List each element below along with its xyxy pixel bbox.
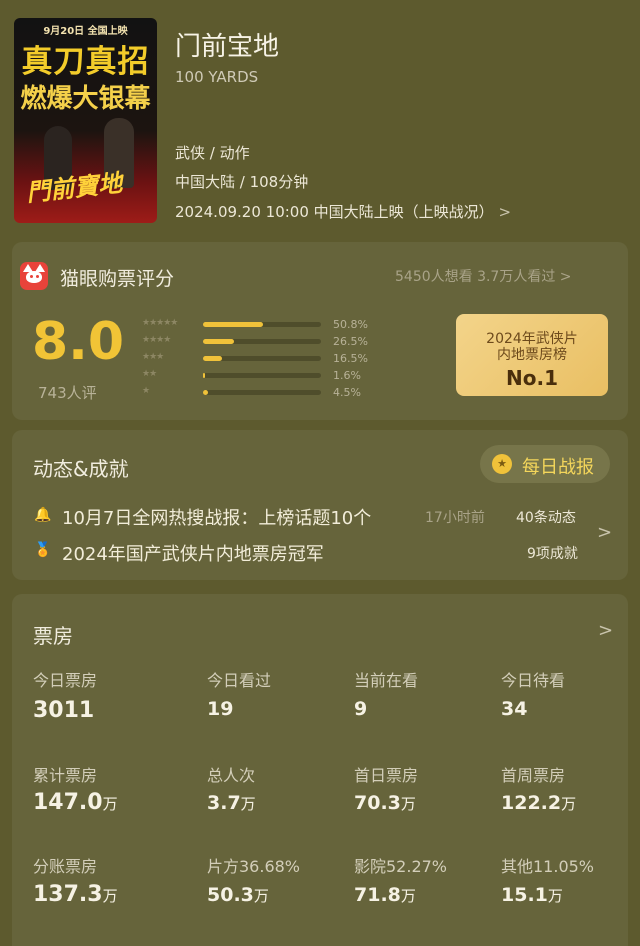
trophy-icon: 🏅 — [34, 542, 52, 558]
star-row-5-icon: ★★★★★ — [142, 318, 178, 328]
rating-bar-2-fill — [203, 373, 205, 378]
rating-pct-1: 4.5% — [333, 386, 361, 399]
achievement-news[interactable]: 2024年国产武侠片内地票房冠军 — [62, 540, 324, 566]
today-to-watch-value: 34 — [501, 698, 528, 720]
other-share-label: 其他11.05% — [501, 857, 595, 876]
today-box-office-label: 今日票房 — [33, 671, 98, 690]
box-office-section-title: 票房 — [33, 624, 73, 648]
distributor-share-label: 片方36.68% — [207, 857, 301, 876]
rating-bar-1-fill — [203, 390, 209, 395]
first-week-box-office-value: 122.2万 — [501, 792, 577, 814]
watching-now-label: 当前在看 — [354, 671, 419, 690]
first-day-box-office-label: 首日票房 — [354, 766, 419, 785]
cinema-share-value: 71.8万 — [354, 884, 416, 906]
bell-icon: 🔔 — [34, 507, 52, 523]
movie-genre: 武侠 / 动作 — [175, 144, 250, 162]
rating-section-title: 猫眼购票评分 — [60, 268, 175, 290]
medal-icon: ★ — [492, 454, 512, 474]
poster-logo-title: 門前寶地 — [24, 168, 124, 207]
rating-bar-4 — [203, 339, 321, 344]
want-watched-count: 5450人想看 3.7万人看过 — [395, 269, 556, 285]
rating-bar-5-fill — [203, 322, 263, 327]
cinema-share-label: 影院52.27% — [354, 857, 448, 876]
rating-bar-2 — [203, 373, 321, 378]
total-admissions-value: 3.7万 — [207, 792, 256, 814]
ranking-badge-list: 内地票房榜 — [497, 347, 567, 363]
maoyan-cat-logo-icon — [20, 262, 48, 290]
achievement-count: 9项成就 — [527, 546, 578, 562]
rating-count: 743人评 — [38, 384, 97, 402]
rating-score: 8.0 — [32, 312, 125, 372]
split-box-office-label: 分账票房 — [33, 857, 98, 876]
today-box-office-value: 3011 — [33, 698, 95, 723]
rating-pct-3: 16.5% — [333, 352, 368, 365]
daily-report-label: 每日战报 — [522, 457, 594, 478]
poster-slogan-1: 真刀真招 — [21, 44, 150, 80]
rating-bar-1 — [203, 390, 321, 395]
ranking-badge[interactable]: 2024年武侠片 内地票房榜 No.1 — [456, 314, 608, 396]
today-watched-value: 19 — [207, 698, 234, 720]
rating-pct-2: 1.6% — [333, 369, 361, 382]
rating-bar-4-fill — [203, 339, 235, 344]
rating-bar-3 — [203, 356, 321, 361]
watching-now-value: 9 — [354, 698, 368, 720]
today-to-watch-label: 今日待看 — [501, 671, 566, 690]
daily-report-button[interactable]: ★ 每日战报 — [480, 445, 610, 483]
movie-title: 门前宝地 — [175, 32, 280, 62]
movie-english-title: 100 YARDS — [175, 68, 259, 86]
movie-release-link[interactable]: 2024.09.20 10:00 中国大陆上映（上映战况） > — [175, 201, 511, 222]
movie-poster[interactable]: 9月20日 全国上映 真刀真招 燃爆大银幕 門前寶地 — [14, 18, 157, 223]
total-box-office-value: 147.0万 — [33, 790, 118, 815]
total-admissions-label: 总人次 — [207, 766, 256, 785]
news-count: 40条动态 — [516, 510, 576, 526]
news-section-title: 动态&成就 — [33, 457, 129, 481]
poster-release-text: 9月20日 全国上映 — [43, 26, 128, 37]
news-timestamp: 17小时前 — [425, 510, 485, 526]
first-day-box-office-value: 70.3万 — [354, 792, 416, 814]
star-row-2-icon: ★★ — [142, 369, 157, 379]
hot-search-news[interactable]: 10月7日全网热搜战报：上榜话题10个 — [62, 504, 371, 530]
chevron-right-icon: > — [559, 269, 572, 285]
chevron-right-icon: > — [498, 203, 512, 221]
distributor-share-value: 50.3万 — [207, 884, 269, 906]
other-share-value: 15.1万 — [501, 884, 563, 906]
movie-release-text: 2024.09.20 10:00 中国大陆上映（上映战况） — [175, 203, 494, 221]
rating-bar-5 — [203, 322, 321, 327]
poster-slogan-2: 燃爆大银幕 — [20, 84, 151, 114]
first-week-box-office-label: 首周票房 — [501, 766, 566, 785]
rating-bar-3-fill — [203, 356, 223, 361]
movie-region-duration: 中国大陆 / 108分钟 — [175, 173, 309, 191]
total-box-office-label: 累计票房 — [33, 766, 98, 785]
rating-pct-5: 50.8% — [333, 318, 368, 331]
ranking-badge-rank: No.1 — [506, 366, 558, 390]
today-watched-label: 今日看过 — [207, 671, 272, 690]
star-row-3-icon: ★★★ — [142, 352, 164, 362]
want-watched-link[interactable]: 5450人想看 3.7万人看过 > — [395, 266, 572, 286]
star-row-1-icon: ★ — [142, 386, 150, 396]
chevron-right-icon[interactable]: > — [598, 620, 613, 641]
rating-pct-4: 26.5% — [333, 335, 368, 348]
split-box-office-value: 137.3万 — [33, 882, 118, 907]
star-row-4-icon: ★★★★ — [142, 335, 171, 345]
chevron-right-icon[interactable]: > — [597, 522, 612, 543]
